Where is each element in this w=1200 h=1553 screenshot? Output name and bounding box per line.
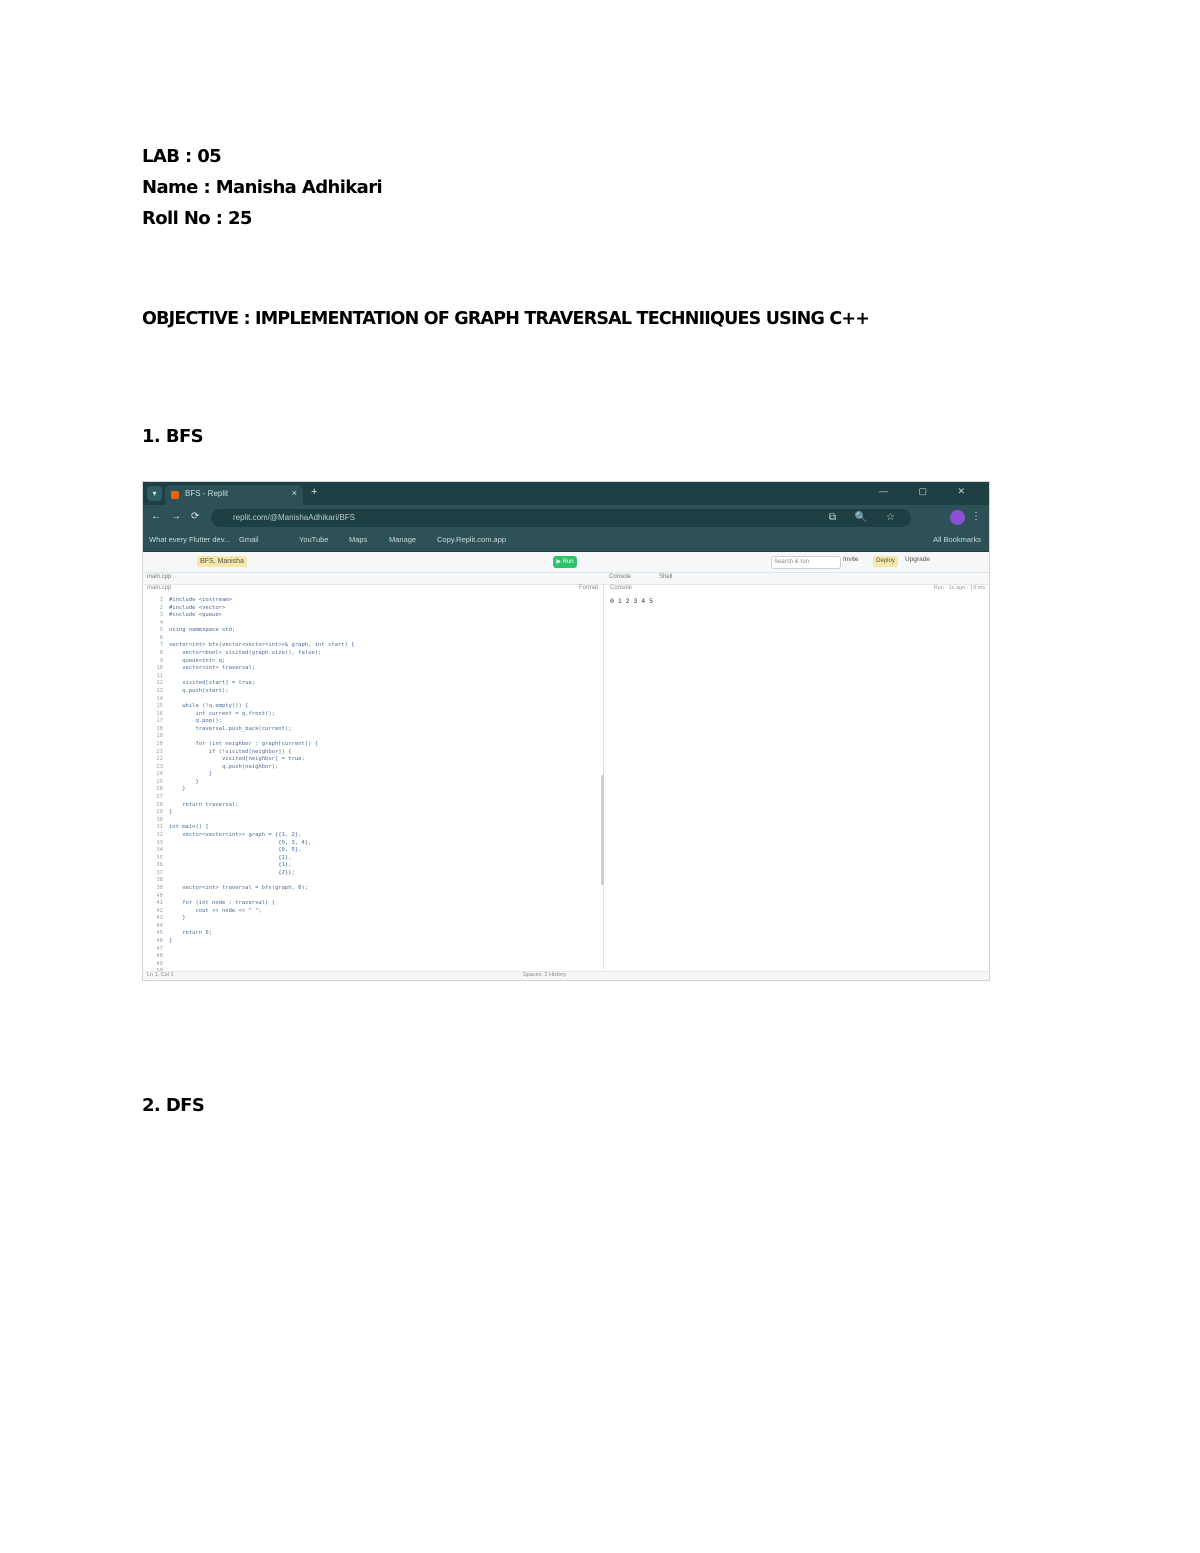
- repl-name[interactable]: BFS, Manisha: [197, 556, 247, 567]
- upgrade-button[interactable]: Upgrade: [905, 556, 930, 563]
- file-breadcrumb: main.cpp: [147, 585, 172, 591]
- format-button[interactable]: Format: [579, 585, 598, 591]
- address-bar: ← → ⟳ replit.com/@ManishaAdhikari/BFS ⧉ …: [143, 505, 989, 531]
- section-dfs-heading: 2. DFS: [142, 1095, 205, 1116]
- status-bar: Ln 1, Col 1 Spaces: 2 History: [143, 971, 989, 980]
- objective-heading: OBJECTIVE : IMPLEMENTATION OF GRAPH TRAV…: [142, 309, 870, 329]
- replit-header: BFS, Manisha ▶ Run Search & run commands…: [143, 552, 989, 573]
- console-output: 0 1 2 3 4 5: [610, 597, 654, 605]
- console-pane[interactable]: Console Run · 1s ago · 19 ms 0 1 2 3 4 5: [604, 585, 989, 971]
- new-tab-icon[interactable]: +: [311, 486, 317, 498]
- bfs-screenshot: ▾ BFS - Replit × + — ▢ ✕ ← → ⟳ replit.co…: [142, 481, 990, 981]
- run-meta: Run · 1s ago · 19 ms: [933, 585, 985, 591]
- roll-number: Roll No : 25: [142, 208, 252, 229]
- back-icon[interactable]: ←: [151, 511, 161, 522]
- tab-close-icon[interactable]: ×: [292, 488, 297, 498]
- console-label: Console: [610, 585, 633, 591]
- browser-tab[interactable]: BFS - Replit ×: [165, 485, 303, 505]
- browser-menu-icon[interactable]: ⋮: [971, 511, 981, 522]
- code-editor[interactable]: main.cpp Format 1 2 3 4 5 6 7 8 9 10 11 …: [143, 585, 605, 974]
- editor-status: Spaces: 2 History: [523, 972, 567, 978]
- window-controls[interactable]: — ▢ ✕: [879, 486, 979, 497]
- student-name: Name : Manisha Adhikari: [142, 177, 383, 198]
- tab-title: BFS - Replit: [185, 489, 229, 498]
- command-search-input[interactable]: Search & run commands: [771, 556, 841, 569]
- tab-search-icon[interactable]: ▾: [147, 486, 162, 501]
- section-bfs-heading: 1. BFS: [142, 426, 204, 447]
- bookmark-item[interactable]: YouTube: [299, 535, 328, 544]
- lab-number: LAB : 05: [142, 146, 222, 167]
- bookmark-item[interactable]: Gmail: [239, 535, 259, 544]
- bookmark-item[interactable]: Copy.Replit.com.app: [437, 535, 506, 544]
- all-bookmarks[interactable]: All Bookmarks: [933, 535, 981, 544]
- bookmark-item[interactable]: What every Flutter dev...: [149, 535, 230, 544]
- bookmark-item[interactable]: Manage: [389, 535, 416, 544]
- invite-button[interactable]: Invite: [843, 556, 859, 563]
- line-numbers: 1 2 3 4 5 6 7 8 9 10 11 12 13 14 15 16 1…: [156, 597, 163, 974]
- reload-icon[interactable]: ⟳: [191, 511, 199, 522]
- replit-favicon-icon: [171, 491, 179, 499]
- source-code[interactable]: #include <iostream> #include <vector> #i…: [169, 597, 593, 946]
- run-button[interactable]: ▶ Run: [553, 556, 577, 568]
- bookmarks-bar: What every Flutter dev... Gmail YouTube …: [143, 531, 989, 552]
- bookmark-item[interactable]: Maps: [349, 535, 367, 544]
- tab-main-cpp[interactable]: main.cpp: [147, 574, 171, 580]
- pane-tabs: main.cpp Console Shell: [143, 573, 989, 585]
- deploy-button[interactable]: Deploy: [873, 556, 898, 567]
- url-omnibox[interactable]: replit.com/@ManishaAdhikari/BFS ⧉ 🔍 ☆: [211, 509, 911, 527]
- omnibox-icons[interactable]: ⧉ 🔍 ☆: [829, 512, 903, 523]
- forward-icon[interactable]: →: [171, 511, 181, 522]
- browser-tab-bar: ▾ BFS - Replit × + — ▢ ✕: [143, 482, 989, 505]
- tab-shell[interactable]: Shell: [659, 574, 672, 580]
- tab-console[interactable]: Console: [609, 574, 631, 580]
- profile-avatar[interactable]: [950, 510, 965, 525]
- url-text: replit.com/@ManishaAdhikari/BFS: [233, 513, 355, 522]
- cursor-position: Ln 1, Col 1: [147, 972, 174, 978]
